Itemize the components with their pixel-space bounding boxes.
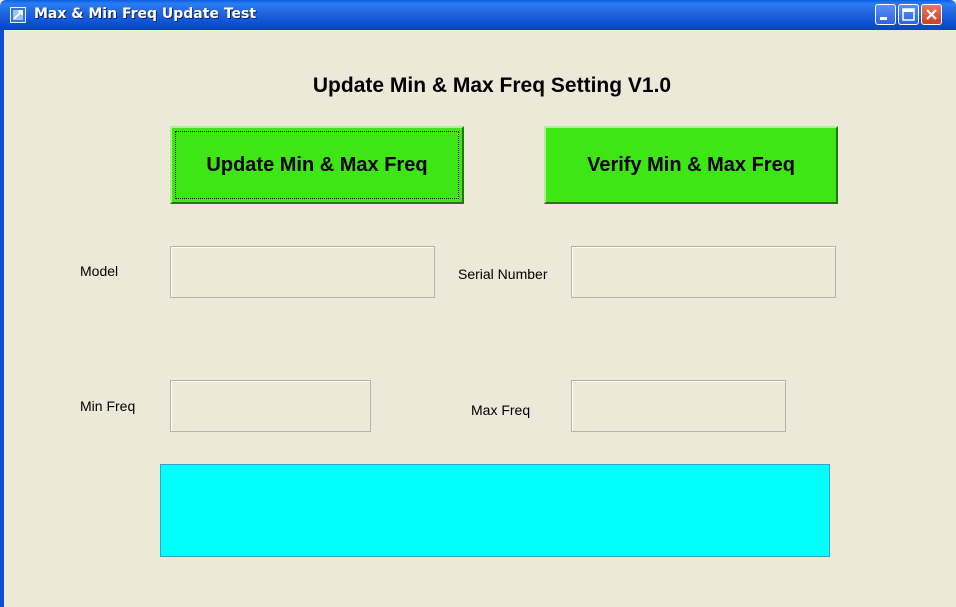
status-display [160,464,830,557]
window-title: Max & Min Freq Update Test [34,6,257,22]
min-freq-field[interactable] [170,380,371,432]
max-freq-label: Max Freq [471,402,531,418]
model-field[interactable] [170,246,435,298]
update-freq-button[interactable]: Update Min & Max Freq [170,126,464,204]
serial-number-label: Serial Number [458,266,548,282]
serial-number-field[interactable] [571,246,836,298]
page-title: Update Min & Max Freq Setting V1.0 [312,74,672,97]
max-freq-field[interactable] [571,380,786,432]
app-window: Max & Min Freq Update Test Update Min & … [0,0,956,607]
title-bar[interactable]: Max & Min Freq Update Test [0,0,956,30]
maximize-icon[interactable] [898,4,919,25]
model-label: Model [80,263,119,279]
close-icon[interactable] [921,4,942,25]
java-app-icon[interactable] [10,7,26,23]
min-freq-label: Min Freq [80,398,136,414]
minimize-icon[interactable] [875,4,896,25]
verify-freq-button[interactable]: Verify Min & Max Freq [544,126,838,204]
